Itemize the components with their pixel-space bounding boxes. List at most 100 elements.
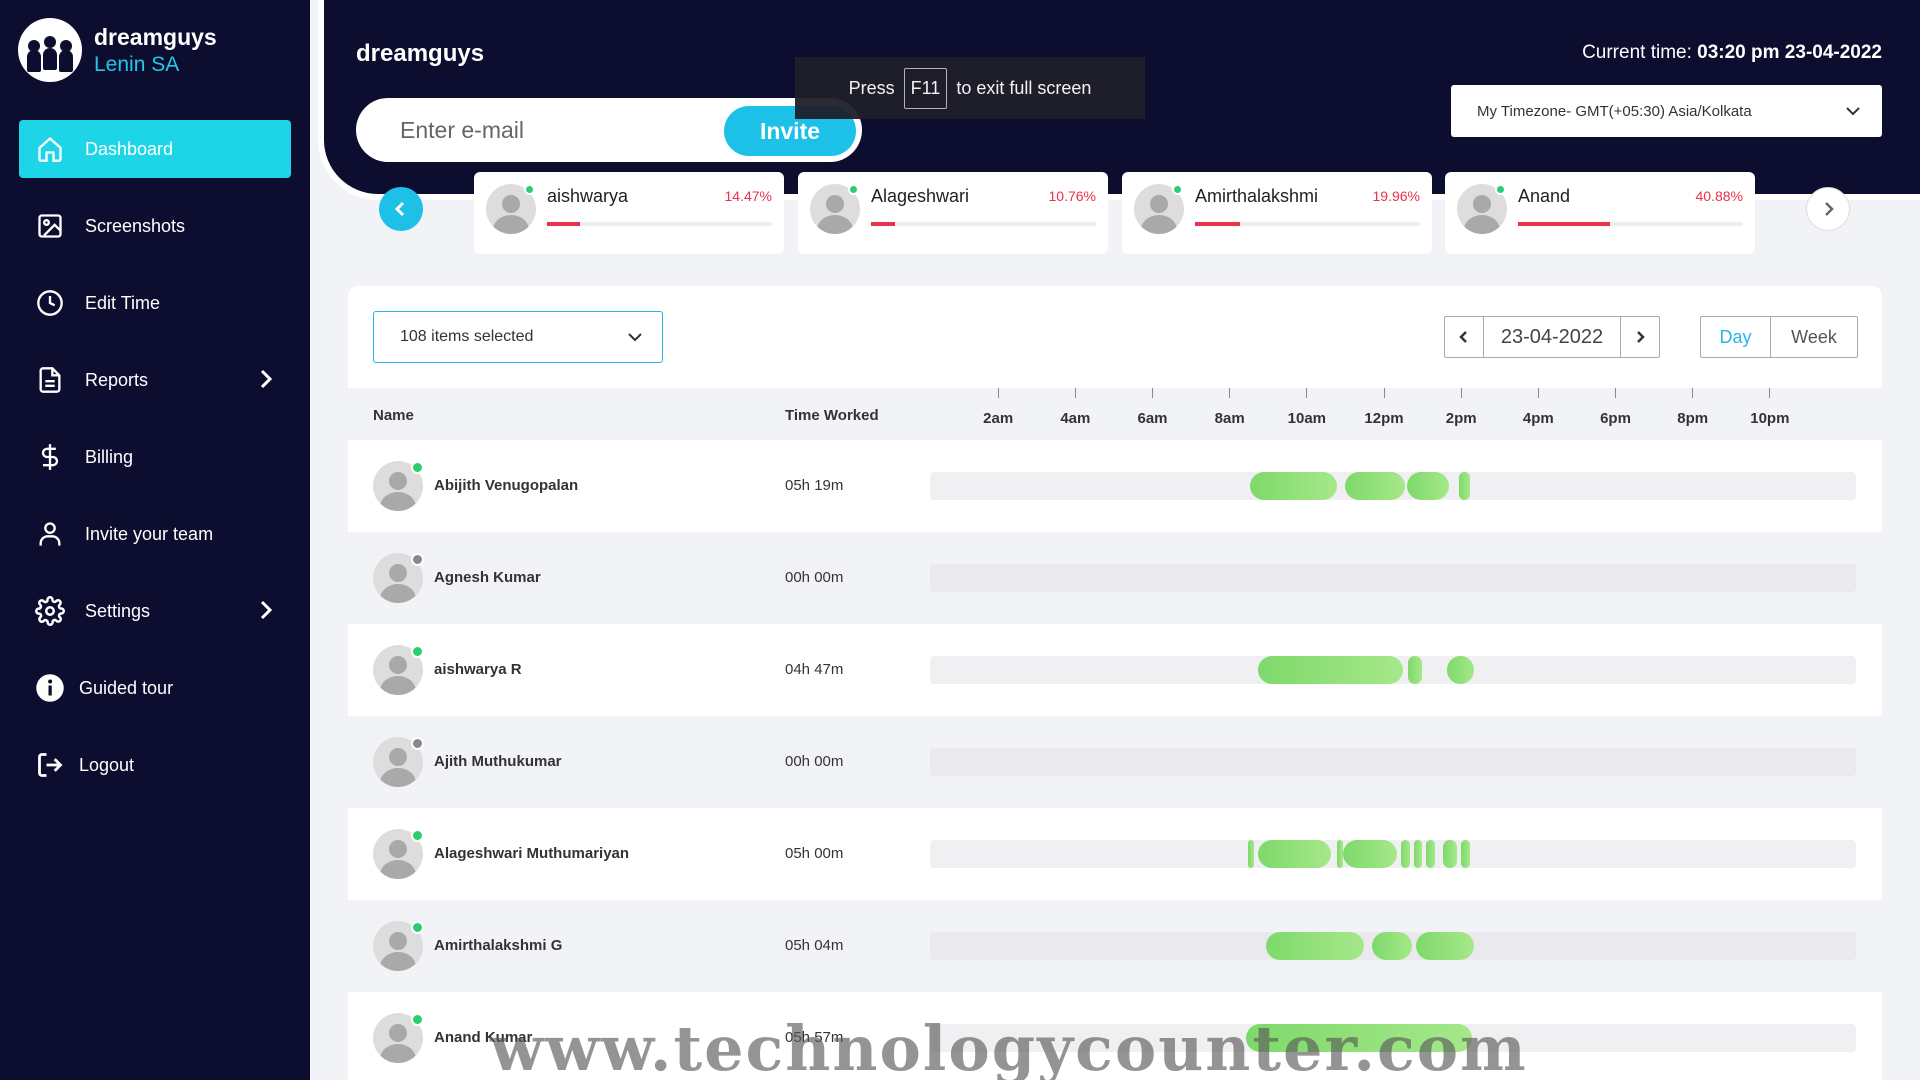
table-row[interactable]: Amirthalakshmi G 05h 04m: [348, 900, 1882, 992]
image-icon: [35, 211, 65, 241]
activity-segment[interactable]: [1414, 840, 1422, 868]
hour-label: 4am: [1060, 410, 1091, 427]
activity-segment[interactable]: [1443, 840, 1457, 868]
activity-segment[interactable]: [1248, 840, 1255, 868]
home-icon: [35, 134, 65, 164]
sidebar-item-dashboard[interactable]: Dashboard: [19, 120, 291, 178]
user-card[interactable]: Anand 40.88%: [1445, 172, 1755, 254]
table-row[interactable]: Ajith Muthukumar 00h 00m: [348, 716, 1882, 808]
user-card[interactable]: Alageshwari 10.76%: [798, 172, 1108, 254]
hour-label: 8pm: [1677, 410, 1709, 427]
view-toggle: Day Week: [1700, 316, 1858, 358]
activity-segment[interactable]: [1257, 656, 1403, 684]
activity-segment[interactable]: [1257, 840, 1332, 868]
table-row[interactable]: Alageshwari Muthumariyan 05h 00m: [348, 808, 1882, 900]
progress-fill: [1518, 222, 1610, 226]
sidebar-item-settings[interactable]: Settings: [19, 582, 291, 640]
activity-segment[interactable]: [1371, 932, 1413, 960]
document-icon: [35, 365, 65, 395]
timeline-track: [930, 840, 1856, 868]
timeline-track: [930, 748, 1856, 776]
member-name[interactable]: Abijith Venugopalan: [434, 477, 578, 494]
progress-fill: [871, 222, 896, 226]
next-date-button[interactable]: [1621, 317, 1659, 357]
activity-segment[interactable]: [1250, 472, 1338, 500]
user-card-name: Alageshwari: [871, 186, 970, 206]
activity-segment[interactable]: [1458, 472, 1471, 500]
member-name[interactable]: Ajith Muthukumar: [434, 753, 562, 770]
sidebar-item-label: Settings: [85, 600, 151, 621]
timezone-value: My Timezone- GMT(+05:30) Asia/Kolkata: [1477, 102, 1752, 120]
sidebar-item-guided-tour[interactable]: Guided tour: [19, 659, 291, 717]
hour-tick: 10pm: [1740, 388, 1800, 440]
hour-label: 6am: [1137, 410, 1168, 427]
hour-tick: 8pm: [1663, 388, 1723, 440]
user-card-percent: 19.96%: [1372, 188, 1420, 204]
member-name[interactable]: Alageshwari Muthumariyan: [434, 845, 629, 862]
table-row[interactable]: Agnesh Kumar 00h 00m: [348, 532, 1882, 624]
time-worked: 05h 00m: [785, 845, 844, 862]
hour-label: 2pm: [1445, 410, 1477, 427]
column-header-time-worked: Time Worked: [785, 407, 879, 424]
activity-segment[interactable]: [1408, 656, 1422, 684]
week-view-button[interactable]: Week: [1771, 317, 1857, 357]
chevron-left-icon: [1459, 331, 1467, 343]
hour-label: 4pm: [1522, 410, 1554, 427]
user-card-percent: 14.47%: [724, 188, 772, 204]
clock-icon: [35, 288, 65, 318]
activity-segment[interactable]: [1342, 840, 1397, 868]
date-display[interactable]: 23-04-2022: [1483, 317, 1621, 357]
email-field[interactable]: [400, 98, 700, 162]
status-dot: [411, 645, 424, 658]
day-view-button[interactable]: Day: [1701, 317, 1771, 357]
member-name[interactable]: Amirthalakshmi G: [434, 937, 562, 954]
activity-segment[interactable]: [1416, 932, 1475, 960]
sidebar-item-label: Edit Time: [85, 292, 161, 313]
activity-segment[interactable]: [1460, 840, 1471, 868]
sidebar-item-label: Guided tour: [79, 677, 174, 698]
sidebar-item-screenshots[interactable]: Screenshots: [19, 197, 291, 255]
logout-icon: [35, 750, 65, 780]
toast-key: F11: [903, 67, 948, 109]
activity-segment[interactable]: [1425, 840, 1436, 868]
user-card-name: Anand: [1518, 186, 1571, 206]
progress-fill: [1195, 222, 1240, 226]
team-logo: [18, 18, 82, 82]
hour-tick: 4am: [1045, 388, 1105, 440]
user-card[interactable]: Amirthalakshmi 19.96%: [1122, 172, 1432, 254]
timeline-track: [930, 656, 1856, 684]
activity-segment[interactable]: [1265, 932, 1365, 960]
table-row[interactable]: Abijith Venugopalan 05h 19m: [348, 440, 1882, 532]
page-title: dreamguys: [356, 40, 485, 67]
activity-segment[interactable]: [1406, 472, 1449, 500]
timezone-select[interactable]: My Timezone- GMT(+05:30) Asia/Kolkata: [1451, 85, 1882, 137]
activity-segment[interactable]: [1344, 472, 1405, 500]
column-header-name: Name: [373, 407, 414, 424]
member-name[interactable]: Agnesh Kumar: [434, 569, 541, 586]
sidebar-item-label: Reports: [85, 369, 149, 390]
member-name[interactable]: aishwarya R: [434, 661, 522, 678]
progress-track: [871, 222, 1096, 226]
sidebar-item-reports[interactable]: Reports: [19, 351, 291, 409]
activity-segment[interactable]: [1447, 656, 1475, 684]
sidebar-item-edit-time[interactable]: Edit Time: [19, 274, 291, 332]
status-dot: [411, 553, 424, 566]
table-row[interactable]: aishwarya R 04h 47m: [348, 624, 1882, 716]
carousel-prev-button[interactable]: [379, 187, 423, 231]
online-status-dot: [1495, 184, 1506, 195]
sidebar-item-billing[interactable]: Billing: [19, 428, 291, 486]
sidebar-item-logout[interactable]: Logout: [19, 736, 291, 794]
members-select-value: 108 items selected: [400, 328, 534, 345]
info-icon: [35, 673, 65, 703]
hour-tick: 2am: [968, 388, 1028, 440]
members-select[interactable]: 108 items selected: [373, 311, 663, 363]
sidebar-nav: Dashboard Screenshots Edit Time Reports: [19, 120, 291, 813]
user-card[interactable]: aishwarya 14.47%: [474, 172, 784, 254]
carousel-next-button[interactable]: [1806, 187, 1850, 231]
sidebar-item-label: Invite your team: [85, 523, 214, 544]
prev-date-button[interactable]: [1445, 317, 1483, 357]
chevron-down-icon: [1844, 102, 1862, 124]
sidebar-item-invite-team[interactable]: Invite your team: [19, 505, 291, 563]
activity-segment[interactable]: [1400, 840, 1411, 868]
hour-tick: 6am: [1123, 388, 1183, 440]
